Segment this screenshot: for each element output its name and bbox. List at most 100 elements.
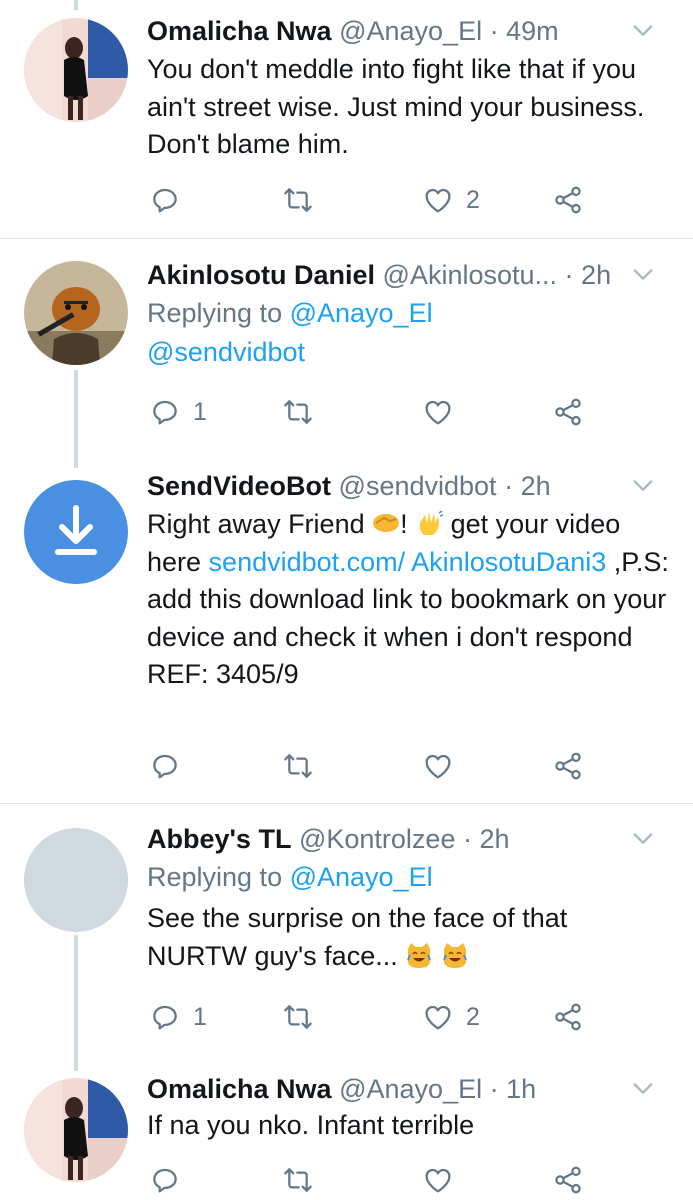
timestamp[interactable]: 2h [521, 471, 551, 501]
share-button[interactable] [552, 997, 584, 1037]
waving-hand-emoji-icon [419, 510, 444, 535]
reply-button[interactable]: 1 [149, 392, 207, 432]
author-handle[interactable]: @Akinlosotu... [383, 260, 558, 290]
like-count: 2 [466, 1002, 480, 1031]
author-handle[interactable]: @Anayo_El [339, 1074, 482, 1104]
laughing-cat-emoji-icon [407, 942, 432, 968]
share-icon [552, 750, 584, 782]
retweet-button[interactable] [282, 746, 314, 786]
reply-icon [149, 1164, 181, 1196]
avatar[interactable] [24, 1078, 128, 1182]
replying-to: Replying to @Anayo_El [147, 858, 673, 896]
replying-label: Replying to [147, 862, 290, 892]
heart-icon [422, 1164, 454, 1196]
tweet-text-part: See the surprise on the face of that NUR… [147, 903, 568, 971]
reply-count: 1 [193, 397, 207, 426]
retweet-button[interactable] [282, 392, 314, 432]
separator-dot: · [455, 824, 480, 854]
author-name[interactable]: Akinlosotu Daniel [147, 260, 375, 290]
timestamp[interactable]: 49m [506, 16, 559, 46]
heart-icon [422, 750, 454, 782]
retweet-button[interactable] [282, 1160, 314, 1200]
like-button[interactable] [422, 1160, 466, 1200]
tweet[interactable]: SendVideoBot @sendvidbot · 2h Right away… [0, 461, 693, 803]
author-name[interactable]: Omalicha Nwa [147, 1074, 332, 1104]
author-handle[interactable]: @sendvidbot [339, 471, 497, 501]
author-name[interactable]: Abbey's TL [147, 824, 291, 854]
timestamp[interactable]: 2h [581, 260, 611, 290]
tweet[interactable]: Omalicha Nwa @Anayo_El · 1h If na you nk… [0, 1060, 693, 1199]
chevron-down-icon[interactable] [629, 1074, 657, 1102]
share-button[interactable] [552, 392, 584, 432]
separator-dot: · [482, 16, 507, 46]
tweet[interactable]: Omalicha Nwa @Anayo_El · 49m You don't m… [0, 0, 693, 238]
like-count: 2 [466, 185, 480, 214]
chevron-down-icon[interactable] [629, 260, 657, 288]
share-icon [552, 1001, 584, 1033]
chevron-down-icon[interactable] [629, 16, 657, 44]
retweet-button[interactable] [282, 997, 314, 1037]
share-icon [552, 396, 584, 428]
retweet-icon [282, 1001, 314, 1033]
like-button[interactable] [422, 392, 466, 432]
retweet-button[interactable] [282, 180, 314, 220]
share-button[interactable] [552, 1160, 584, 1200]
reply-button[interactable]: 1 [149, 997, 207, 1037]
reply-button[interactable] [149, 180, 193, 220]
chevron-down-icon[interactable] [629, 824, 657, 852]
replying-to: Replying to @Anayo_El [147, 294, 673, 332]
reply-button[interactable] [149, 1160, 193, 1200]
timestamp[interactable]: 1h [506, 1074, 536, 1104]
separator-dot: · [557, 260, 582, 290]
tweet-text: @sendvidbot [147, 334, 673, 372]
replying-to-mention[interactable]: @Anayo_El [290, 862, 433, 892]
reply-count: 1 [193, 1002, 207, 1031]
share-button[interactable] [552, 180, 584, 220]
replying-to-mention[interactable]: @Anayo_El [290, 298, 433, 328]
separator-dot: · [496, 471, 521, 501]
like-button[interactable]: 2 [422, 997, 480, 1037]
avatar[interactable] [24, 480, 128, 584]
chevron-down-icon[interactable] [629, 471, 657, 499]
tweet-text: If na you nko. Infant terrible [147, 1110, 475, 1140]
retweet-icon [282, 396, 314, 428]
video-link[interactable]: sendvidbot.com/ AkinlosotuDani3 [209, 547, 607, 577]
reply-icon [149, 750, 181, 782]
reply-icon [149, 1001, 181, 1033]
tweet[interactable]: Abbey's TL @Kontrolzee · 2h Replying to … [0, 804, 693, 1060]
handshake-emoji-icon [373, 514, 400, 532]
heart-icon [422, 184, 454, 216]
reply-icon [149, 396, 181, 428]
separator-dot: · [482, 1074, 507, 1104]
author-handle[interactable]: @Kontrolzee [299, 824, 456, 854]
laughing-cat-emoji-icon [442, 942, 467, 968]
replying-label: Replying to [147, 298, 290, 328]
author-handle[interactable]: @Anayo_El [339, 16, 482, 46]
avatar[interactable] [24, 18, 128, 122]
author-name[interactable]: SendVideoBot [147, 471, 331, 501]
retweet-icon [282, 1164, 314, 1196]
download-icon [55, 505, 97, 555]
reply-icon [149, 184, 181, 216]
tweet[interactable]: Akinlosotu Daniel @Akinlosotu... · 2h Re… [0, 239, 693, 461]
retweet-icon [282, 750, 314, 782]
share-icon [552, 184, 584, 216]
tweet-text: You don't meddle into fight like that if… [147, 54, 645, 159]
tweet-text: See the surprise on the face of that NUR… [147, 900, 673, 975]
avatar[interactable] [24, 261, 128, 365]
share-icon [552, 1164, 584, 1196]
mention-link[interactable]: @sendvidbot [147, 337, 305, 367]
retweet-icon [282, 184, 314, 216]
tweet-text-part: ! [400, 509, 416, 539]
like-button[interactable] [422, 746, 466, 786]
share-button[interactable] [552, 746, 584, 786]
avatar[interactable] [24, 828, 128, 932]
like-button[interactable]: 2 [422, 180, 480, 220]
author-name[interactable]: Omalicha Nwa [147, 16, 332, 46]
heart-icon [422, 396, 454, 428]
heart-icon [422, 1001, 454, 1033]
tweet-text: Right away Friend ! get your video here … [147, 506, 673, 694]
reply-button[interactable] [149, 746, 193, 786]
tweet-text-part: Right away Friend [147, 509, 373, 539]
timestamp[interactable]: 2h [479, 824, 509, 854]
